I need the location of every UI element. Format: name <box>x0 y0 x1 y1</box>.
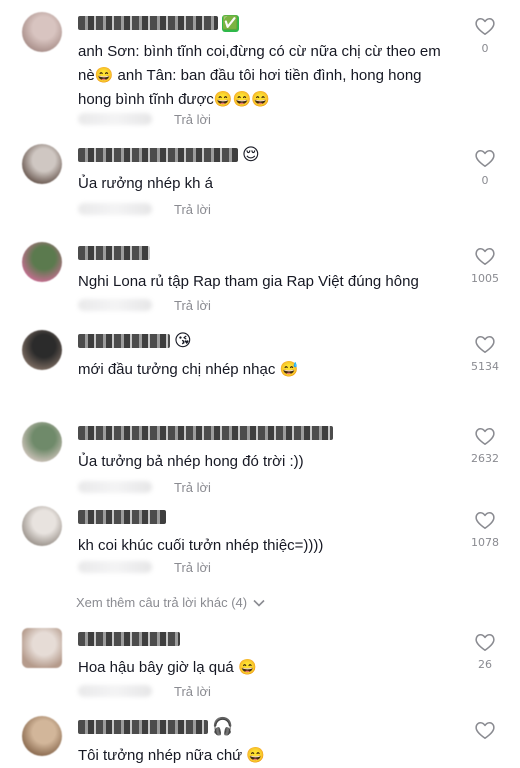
avatar[interactable] <box>22 628 62 668</box>
timestamp-censored <box>78 113 152 125</box>
like-button[interactable]: 2632 <box>465 426 505 465</box>
like-button[interactable]: 1005 <box>465 246 505 285</box>
comment-meta: Trả lời <box>78 558 211 576</box>
heart-icon <box>475 633 495 651</box>
heart-icon <box>475 17 495 35</box>
username-censored <box>78 426 333 440</box>
like-count: 1078 <box>471 536 499 549</box>
like-count: 0 <box>481 174 489 187</box>
reply-button[interactable]: Trả lời <box>174 560 211 575</box>
avatar[interactable] <box>22 716 62 756</box>
like-button[interactable] <box>465 720 505 746</box>
view-more-label: Xem thêm câu trả lời khác (4) <box>76 595 248 610</box>
comment-meta: Trả lời <box>78 682 211 700</box>
comment-meta: Trả lời <box>78 296 211 314</box>
like-button[interactable]: 0 <box>465 16 505 55</box>
username-censored <box>78 16 218 30</box>
username-censored <box>78 148 238 162</box>
username-censored <box>78 334 170 348</box>
username[interactable] <box>78 508 166 526</box>
username[interactable]: 🎧 <box>78 718 233 736</box>
avatar[interactable] <box>22 12 62 52</box>
comment-text: Ủa rưởng nhép kh á <box>78 175 213 192</box>
like-count: 2632 <box>471 452 499 465</box>
like-button[interactable]: 1078 <box>465 510 505 549</box>
chevron-down-icon <box>253 599 265 607</box>
like-count: 26 <box>478 658 492 671</box>
timestamp-censored <box>78 299 152 311</box>
comment-text: kh coi khúc cuối tưởn nhép thiệc=)))) <box>78 537 324 554</box>
heart-icon <box>475 247 495 265</box>
heart-icon <box>475 427 495 445</box>
check-icon: ✅ <box>222 14 239 32</box>
timestamp-censored <box>78 561 152 573</box>
comment-text: Hoa hậu bây giờ lạ quá 😄 <box>78 659 257 676</box>
like-button[interactable]: 26 <box>465 632 505 671</box>
like-button[interactable]: 5134 <box>465 334 505 373</box>
comment-text: Tôi tưởng nhép nữa chứ 😄 <box>78 747 266 764</box>
comment-text: Nghi Lona rủ tập Rap tham gia Rap Việt đ… <box>78 273 419 290</box>
username[interactable]: 😌 <box>78 146 260 164</box>
reply-button[interactable]: Trả lời <box>174 480 211 495</box>
headphones-icon: 🎧 <box>212 717 234 737</box>
like-count: 1005 <box>471 272 499 285</box>
timestamp-censored <box>78 203 152 215</box>
heart-icon <box>475 511 495 529</box>
like-button[interactable]: 0 <box>465 148 505 187</box>
comment-text: Ủa tưởng bả nhép hong đó trời :)) <box>78 453 304 470</box>
comment-text: anh Sơn: bình tĩnh coi,đừng có cừ nữa ch… <box>78 43 441 108</box>
username-censored <box>78 632 180 646</box>
avatar[interactable] <box>22 506 62 546</box>
reply-button[interactable]: Trả lời <box>174 202 211 217</box>
view-more-replies-button[interactable]: Xem thêm câu trả lời khác (4) <box>76 595 265 610</box>
comment-meta: Trả lời <box>78 110 211 128</box>
timestamp-censored <box>78 481 152 493</box>
username[interactable] <box>78 244 150 262</box>
timestamp-censored <box>78 685 152 697</box>
username-censored <box>78 510 166 524</box>
emoji-badge: 😌 <box>242 145 260 165</box>
username-censored <box>78 246 150 260</box>
username-censored <box>78 720 208 734</box>
emoji-badge: 😘 <box>174 331 192 351</box>
avatar[interactable] <box>22 422 62 462</box>
reply-button[interactable]: Trả lời <box>174 298 211 313</box>
heart-icon <box>475 721 495 739</box>
comment-meta: Trả lời <box>78 478 211 496</box>
avatar[interactable] <box>22 242 62 282</box>
username[interactable]: 😘 <box>78 332 192 350</box>
like-count: 5134 <box>471 360 499 373</box>
reply-button[interactable]: Trả lời <box>174 112 211 127</box>
username[interactable] <box>78 630 180 648</box>
like-count: 0 <box>481 42 489 55</box>
avatar[interactable] <box>22 144 62 184</box>
comment-text: mới đầu tưởng chị nhép nhạc 😅 <box>78 361 299 378</box>
reply-button[interactable]: Trả lời <box>174 684 211 699</box>
username[interactable] <box>78 424 333 442</box>
avatar[interactable] <box>22 330 62 370</box>
heart-icon <box>475 149 495 167</box>
comment-meta: Trả lời <box>78 200 211 218</box>
heart-icon <box>475 335 495 353</box>
username[interactable]: ✅ <box>78 14 239 32</box>
